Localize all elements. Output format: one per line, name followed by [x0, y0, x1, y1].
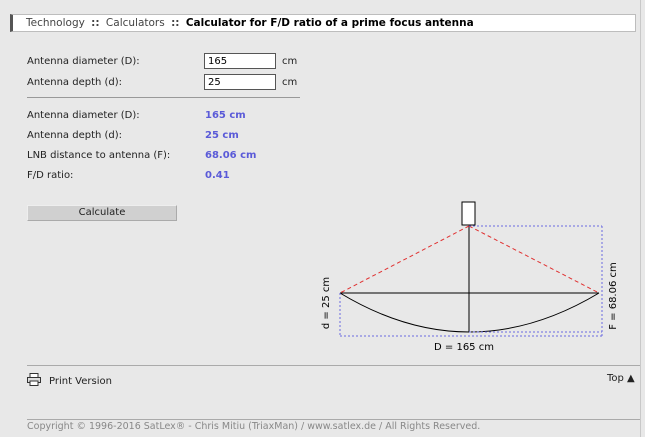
- result-diameter-value: 165 cm: [205, 110, 246, 121]
- result-diameter-label: Antenna diameter (D):: [27, 110, 140, 121]
- result-ratio-value: 0.41: [205, 170, 230, 181]
- footer-divider-bottom: [27, 419, 640, 420]
- antenna-diagram: d = 25 cm F = 68.06 cm D = 165 cm: [321, 201, 619, 353]
- result-depth-value: 25 cm: [205, 130, 239, 141]
- copyright-text: Copyright © 1996-2016 SatLex® - Chris Mi…: [27, 421, 481, 432]
- calculate-button[interactable]: Calculate: [27, 205, 177, 221]
- page-title: Calculator for F/D ratio of a prime focu…: [185, 17, 474, 29]
- focal-ray-right: [468, 225, 600, 294]
- form-divider: [27, 97, 300, 98]
- lnb-icon: [461, 201, 476, 226]
- printer-icon: [27, 373, 41, 386]
- diameter-input[interactable]: [204, 53, 276, 69]
- diameter-input-label: Antenna diameter (D):: [27, 56, 140, 67]
- breadcrumb-separator: ::: [91, 17, 100, 29]
- focal-dimension-label: F = 68.06 cm: [608, 262, 619, 330]
- page-border: [640, 0, 641, 437]
- diameter-unit: cm: [282, 56, 298, 67]
- breadcrumb: Technology :: Calculators :: Calculator …: [10, 14, 636, 32]
- print-version-label[interactable]: Print Version: [49, 376, 112, 387]
- breadcrumb-technology[interactable]: Technology: [26, 17, 85, 29]
- depth-input-label: Antenna depth (d):: [27, 77, 123, 88]
- top-link[interactable]: Top ▲: [607, 373, 635, 384]
- result-depth-label: Antenna depth (d):: [27, 130, 123, 141]
- breadcrumb-calculators[interactable]: Calculators: [106, 17, 165, 29]
- result-lnb-value: 68.06 cm: [205, 150, 257, 161]
- result-ratio-label: F/D ratio:: [27, 170, 74, 181]
- depth-unit: cm: [282, 77, 298, 88]
- result-lnb-label: LNB distance to antenna (F):: [27, 150, 171, 161]
- breadcrumb-separator: ::: [171, 17, 180, 29]
- footer-divider: [27, 365, 640, 366]
- depth-input[interactable]: [204, 74, 276, 90]
- diameter-dimension-label: D = 165 cm: [434, 342, 494, 353]
- focal-ray-left: [339, 225, 470, 294]
- depth-dimension-label: d = 25 cm: [321, 277, 332, 329]
